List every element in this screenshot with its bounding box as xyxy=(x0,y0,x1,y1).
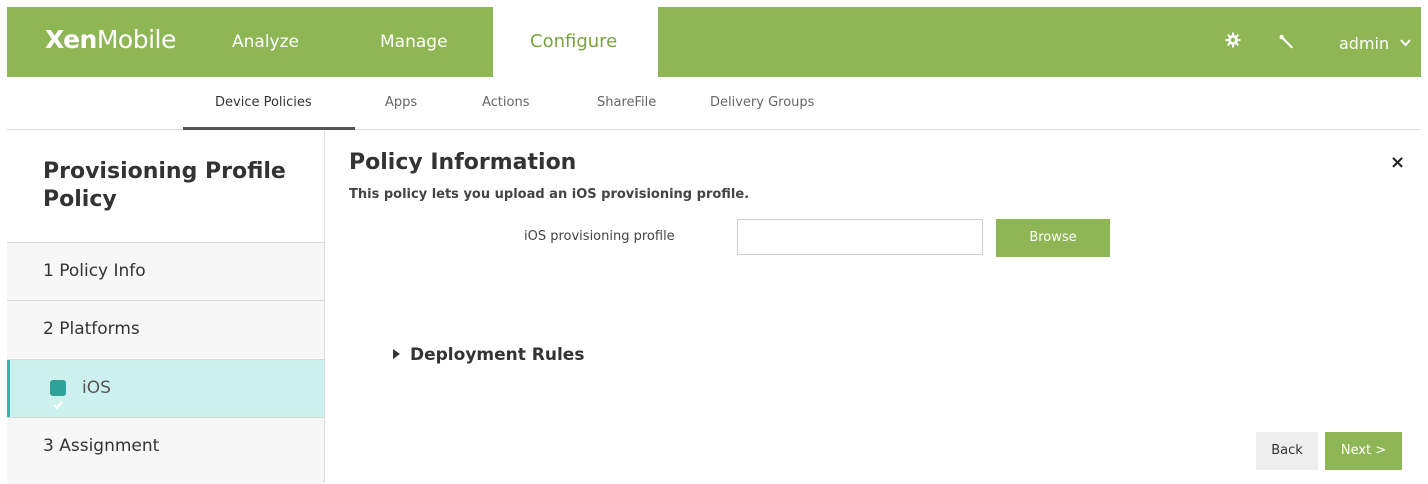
subnav-actions[interactable]: Actions xyxy=(482,77,530,129)
sidebar-item-label: iOS xyxy=(82,378,111,398)
deployment-rules-label: Deployment Rules xyxy=(410,345,585,365)
close-icon[interactable]: × xyxy=(1390,152,1405,173)
user-menu[interactable]: admin xyxy=(1339,7,1411,77)
active-step-marker xyxy=(7,360,10,417)
page-description: This policy lets you upload an iOS provi… xyxy=(349,187,750,202)
deployment-rules-toggle[interactable]: Deployment Rules xyxy=(393,345,584,365)
subnav-sharefile[interactable]: ShareFile xyxy=(597,77,656,129)
subnav-delivery-groups[interactable]: Delivery Groups xyxy=(710,77,814,129)
page-title: Policy Information xyxy=(349,150,577,175)
wizard-sidebar: Provisioning Profile Policy 1 Policy Inf… xyxy=(7,130,325,484)
sidebar-title: Provisioning Profile Policy xyxy=(43,159,286,212)
sub-navigation: Device Policies Apps Actions ShareFile D… xyxy=(7,77,1421,130)
user-name: admin xyxy=(1339,34,1390,53)
nav-configure[interactable]: Configure xyxy=(493,7,658,78)
chevron-down-icon xyxy=(1400,7,1411,77)
provisioning-profile-label: iOS provisioning profile xyxy=(524,229,675,244)
sidebar-item-label: 2 Platforms xyxy=(43,319,140,339)
checkbox-checked-icon[interactable] xyxy=(50,380,66,410)
subnav-device-policies[interactable]: Device Policies xyxy=(215,77,312,129)
top-navigation-bar: XenMobile Analyze Manage Configure admin xyxy=(7,7,1421,78)
browse-button[interactable]: Browse xyxy=(996,219,1110,257)
gear-icon[interactable] xyxy=(1225,32,1245,52)
nav-configure-label: Configure xyxy=(530,31,618,52)
provisioning-profile-input[interactable] xyxy=(737,219,983,255)
caret-right-icon xyxy=(393,349,400,359)
xenmobile-logo: XenMobile xyxy=(45,25,176,54)
nav-analyze[interactable]: Analyze xyxy=(232,7,299,77)
nav-manage[interactable]: Manage xyxy=(380,7,448,77)
sidebar-item-platforms[interactable]: 2 Platforms xyxy=(7,300,324,358)
back-button[interactable]: Back xyxy=(1256,432,1318,470)
subnav-apps[interactable]: Apps xyxy=(385,77,417,129)
sidebar-item-ios[interactable]: iOS xyxy=(7,359,324,417)
sidebar-item-policy-info[interactable]: 1 Policy Info xyxy=(7,242,324,300)
sidebar-item-label: 1 Policy Info xyxy=(43,261,146,281)
sidebar-item-label: 3 Assignment xyxy=(43,436,160,456)
next-button[interactable]: Next > xyxy=(1325,432,1402,470)
sidebar-item-assignment[interactable]: 3 Assignment xyxy=(7,417,324,484)
wrench-icon[interactable] xyxy=(1277,32,1297,52)
